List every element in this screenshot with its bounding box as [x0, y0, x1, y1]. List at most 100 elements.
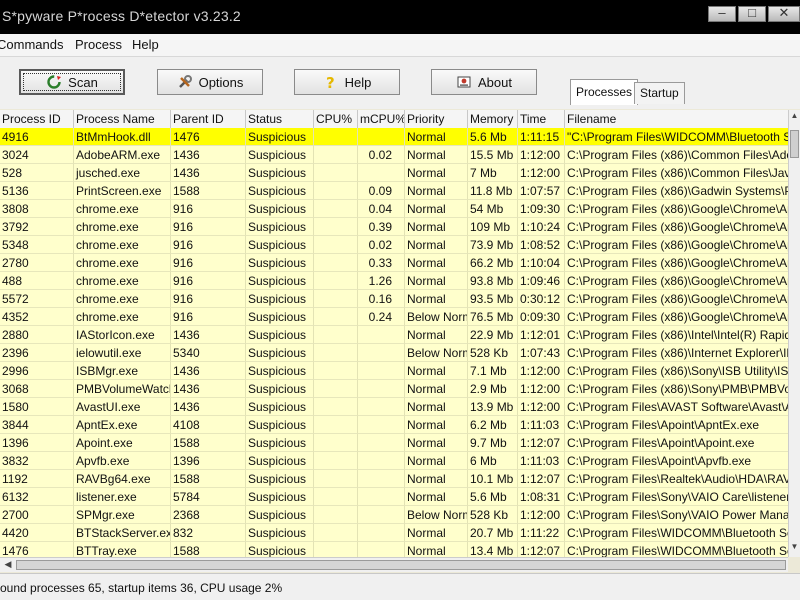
cell-col-memory: 93.8 Mb [468, 272, 518, 290]
table-row[interactable]: 2396 ielowutil.exe 5340 Suspicious Below Nor… [0, 344, 788, 362]
tools-icon [177, 74, 193, 90]
cell-col-mcpu [358, 416, 405, 434]
about-button[interactable]: About [431, 69, 537, 95]
header-col-priority[interactable]: Priority [405, 110, 468, 128]
cell-col-filename: C:\Program Files\Realtek\Audio\HDA\RAVBg… [565, 470, 788, 488]
horizontal-scroll-thumb[interactable] [16, 560, 786, 570]
cell-col-process-name: chrome.exe [74, 272, 171, 290]
cell-col-memory: 76.5 Mb [468, 308, 518, 326]
table-row[interactable]: 5136 PrintScreen.exe 1588 Suspicious 0.09 Nor… [0, 182, 788, 200]
scan-button[interactable]: Scan [19, 69, 125, 95]
minimize-button[interactable]: – [708, 5, 736, 22]
cell-col-status: Suspicious [246, 416, 314, 434]
cell-col-mcpu [358, 542, 405, 557]
scroll-left-icon[interactable]: ◀ [1, 559, 15, 571]
cell-col-process-id: 3832 [0, 452, 74, 470]
cell-col-process-id: 5136 [0, 182, 74, 200]
options-button[interactable]: Options [157, 69, 263, 95]
table-row[interactable]: 3808 chrome.exe 916 Suspicious 0.04 Normal 54 … [0, 200, 788, 218]
header-col-mcpu[interactable]: mCPU% [358, 110, 405, 128]
cell-col-priority: Normal [405, 272, 468, 290]
cell-col-process-name: AdobeARM.exe [74, 146, 171, 164]
table-row[interactable]: 488 chrome.exe 916 Suspicious 1.26 Normal 93.8… [0, 272, 788, 290]
table-row[interactable]: 4352 chrome.exe 916 Suspicious 0.24 Below Nor… [0, 308, 788, 326]
cell-col-mcpu: 0.09 [358, 182, 405, 200]
vertical-scroll-thumb[interactable] [790, 130, 799, 158]
minimize-icon: – [718, 5, 726, 20]
table-row[interactable]: 528 jusched.exe 1436 Suspicious Normal 7 Mb 1:… [0, 164, 788, 182]
tab-startup[interactable]: Startup [634, 82, 685, 104]
table-row[interactable]: 3832 Apvfb.exe 1396 Suspicious Normal 6 Mb 1:1… [0, 452, 788, 470]
cell-col-process-id: 2700 [0, 506, 74, 524]
table-row[interactable]: 1192 RAVBg64.exe 1588 Suspicious Normal 10.1 … [0, 470, 788, 488]
cell-col-process-id: 2780 [0, 254, 74, 272]
cell-col-status: Suspicious [246, 398, 314, 416]
header-col-process-name[interactable]: Process Name [74, 110, 171, 128]
close-button[interactable]: ✕ [768, 5, 800, 22]
scroll-up-icon[interactable]: ▲ [789, 111, 800, 123]
header-col-status[interactable]: Status [246, 110, 314, 128]
cell-col-time: 1:08:52 [518, 236, 565, 254]
cell-col-cpu [314, 488, 358, 506]
menu-help[interactable]: Help [132, 37, 159, 52]
maximize-icon: □ [748, 5, 756, 20]
table-row[interactable]: 3792 chrome.exe 916 Suspicious 0.39 Normal 109… [0, 218, 788, 236]
table-row[interactable]: 2880 IAStorIcon.exe 1436 Suspicious Normal 22… [0, 326, 788, 344]
tab-processes[interactable]: Processes [570, 79, 639, 105]
table-row[interactable]: 6132 listener.exe 5784 Suspicious Normal 5.6 … [0, 488, 788, 506]
cell-col-memory: 6.2 Mb [468, 416, 518, 434]
table-row[interactable]: 2700SPMgr.exe2368Suspicious Below Normal5… [0, 506, 788, 524]
vertical-scrollbar[interactable]: ▲ ▼ [788, 110, 800, 557]
cell-col-cpu [314, 290, 358, 308]
question-icon: ? [323, 74, 339, 92]
maximize-button[interactable]: □ [738, 5, 766, 22]
header-col-time[interactable]: Time [518, 110, 565, 128]
table-row[interactable]: 1396 Apoint.exe 1588 Suspicious Normal 9.7 Mb… [0, 434, 788, 452]
horizontal-scrollbar[interactable]: ◀ [0, 557, 788, 572]
cell-col-process-name: Apoint.exe [74, 434, 171, 452]
table-row[interactable]: 5348 chrome.exe 916 Suspicious 0.02 Normal 73.… [0, 236, 788, 254]
cell-col-memory: 10.1 Mb [468, 470, 518, 488]
cell-col-memory: 109 Mb [468, 218, 518, 236]
cell-col-mcpu [358, 362, 405, 380]
cell-col-status: Suspicious [246, 272, 314, 290]
header-col-cpu[interactable]: CPU% [314, 110, 358, 128]
scroll-down-icon[interactable]: ▼ [789, 542, 800, 554]
cell-col-memory: 93.5 Mb [468, 290, 518, 308]
cell-col-cpu [314, 452, 358, 470]
cell-col-status: Suspicious [246, 542, 314, 557]
header-col-filename[interactable]: Filename [565, 110, 788, 128]
cell-col-process-name: RAVBg64.exe [74, 470, 171, 488]
header-col-memory[interactable]: Memory [468, 110, 518, 128]
cell-col-priority: Normal [405, 200, 468, 218]
cell-col-process-id: 3808 [0, 200, 74, 218]
table-row[interactable]: 4420 BTStackServer.exe 832 Suspicious Normal… [0, 524, 788, 542]
table-row[interactable]: 1476 BTTray.exe 1588 Suspicious Normal 13.4 M… [0, 542, 788, 557]
table-row[interactable]: 4916 BtMmHook.dll 1476 Suspicious Normal 5.6 … [0, 128, 788, 146]
menu-process[interactable]: Process [75, 37, 122, 52]
table-row[interactable]: 5572 chrome.exe 916 Suspicious 0.16 Normal 93.… [0, 290, 788, 308]
help-button[interactable]: ? Help [294, 69, 400, 95]
table-row[interactable]: 1580 AvastUI.exe 1436 Suspicious Normal 13.9 … [0, 398, 788, 416]
table-row[interactable]: 3068PMBVolumeWatcher.exe1436Suspicious No… [0, 380, 788, 398]
cell-col-filename: C:\Program Files (x86)\Google\Chrome\App… [565, 236, 788, 254]
header-col-parent-id[interactable]: Parent ID [171, 110, 246, 128]
table-row[interactable]: 2996 ISBMgr.exe 1436 Suspicious Normal 7.1 Mb… [0, 362, 788, 380]
cell-col-time: 1:12:07 [518, 470, 565, 488]
cell-col-time: 1:07:43 [518, 344, 565, 362]
menu-commands[interactable]: Commands [0, 37, 63, 52]
cell-col-priority: Normal [405, 236, 468, 254]
header-col-process-id[interactable]: Process ID [0, 110, 74, 128]
cell-col-process-name: ApntEx.exe [74, 416, 171, 434]
cell-col-priority: Normal [405, 326, 468, 344]
table-row[interactable]: 3024 AdobeARM.exe 1436 Suspicious 0.02 Normal… [0, 146, 788, 164]
cell-col-status: Suspicious [246, 308, 314, 326]
cell-col-memory: 7 Mb [468, 164, 518, 182]
cell-col-time: 1:07:57 [518, 182, 565, 200]
table-row[interactable]: 2780 chrome.exe 916 Suspicious 0.33 Normal 66.… [0, 254, 788, 272]
cell-col-priority: Normal [405, 488, 468, 506]
cell-col-status: Suspicious [246, 236, 314, 254]
cell-col-priority: Normal [405, 182, 468, 200]
cell-col-priority: Normal [405, 164, 468, 182]
table-row[interactable]: 3844 ApntEx.exe 4108 Suspicious Normal 6.2 Mb… [0, 416, 788, 434]
